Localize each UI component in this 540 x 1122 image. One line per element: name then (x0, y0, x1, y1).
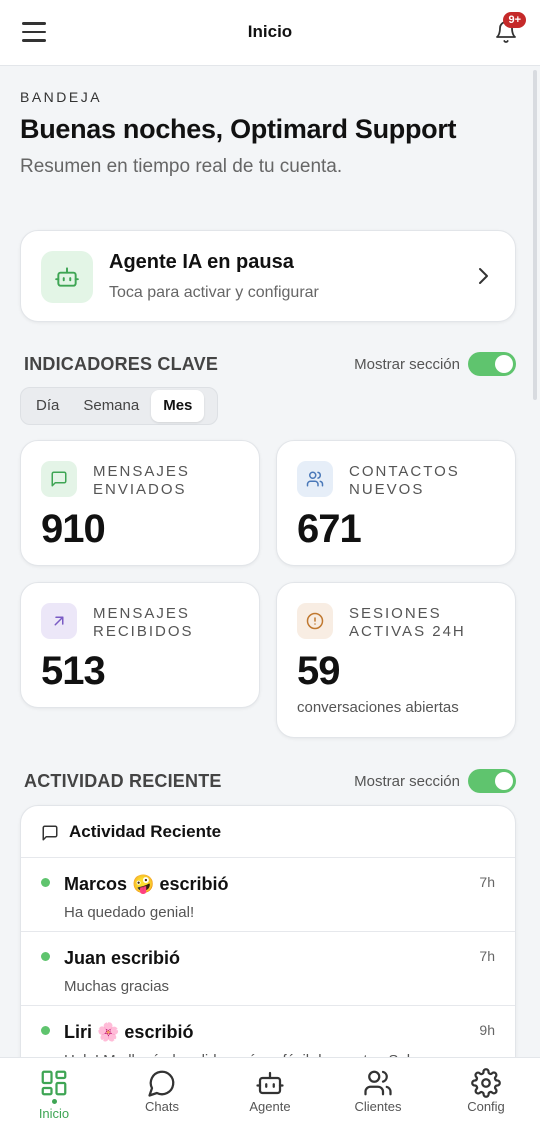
arrow-up-right-icon (41, 603, 77, 639)
alert-circle-icon (297, 603, 333, 639)
scrollbar[interactable] (533, 70, 537, 400)
kpi-card-sessions[interactable]: SESIONES ACTIVAS 24H 59 conversaciones a… (276, 582, 516, 738)
kpi-value: 671 (297, 507, 362, 551)
nav-inicio[interactable]: Inicio (0, 1058, 108, 1122)
section-eyebrow: BANDEJA (20, 89, 103, 105)
activity-item[interactable]: Juan escribió Muchas gracias 7h (21, 932, 515, 1006)
unread-dot (41, 1026, 50, 1035)
nav-label: Clientes (354, 1099, 402, 1114)
activity-section-title: ACTIVIDAD RECIENTE (24, 771, 222, 791)
activity-item-title: Juan escribió (64, 948, 181, 968)
kpi-label: MENSAJES RECIBIDOS (93, 605, 194, 640)
kpi-toggle-label: Mostrar sección (354, 356, 460, 373)
users-icon (364, 1070, 392, 1096)
activity-section-toggle[interactable] (468, 769, 516, 793)
period-week[interactable]: Semana (71, 390, 151, 422)
period-day[interactable]: Día (24, 390, 71, 422)
nav-label: Agente (249, 1099, 291, 1114)
chevron-right-icon (479, 268, 488, 284)
notification-badge: 9+ (503, 12, 526, 28)
activity-item-time: 7h (479, 874, 495, 890)
active-indicator (51, 1099, 57, 1104)
agent-status-title: Agente IA en pausa (109, 251, 294, 273)
users-icon (297, 461, 333, 497)
bottom-navigation: Inicio Chats Agente Clientes Config (0, 1057, 540, 1122)
activity-item-title: Liri 🌸 escribió (64, 1022, 194, 1042)
kpi-card-contacts[interactable]: CONTACTOS NUEVOS 671 (276, 440, 516, 566)
kpi-label: SESIONES ACTIVAS 24H (349, 605, 466, 640)
kpi-section-title: INDICADORES CLAVE (24, 354, 219, 374)
unread-dot (41, 878, 50, 887)
period-month[interactable]: Mes (151, 390, 205, 422)
grid-icon (41, 1070, 67, 1096)
activity-toggle-label: Mostrar sección (354, 773, 460, 790)
kpi-label: CONTACTOS NUEVOS (349, 463, 460, 498)
robot-icon (256, 1071, 284, 1095)
nav-config[interactable]: Config (432, 1058, 540, 1122)
activity-item-time: 7h (479, 948, 495, 964)
gear-icon (471, 1068, 501, 1098)
kpi-section-toggle[interactable] (468, 352, 516, 376)
activity-card-header: Actividad Reciente (21, 806, 515, 858)
kpi-value: 910 (41, 507, 106, 551)
activity-item[interactable]: Marcos 🤪 escribió Ha quedado genial! 7h (21, 858, 515, 932)
kpi-note: conversaciones abiertas (297, 699, 459, 716)
chat-bubble-icon (148, 1070, 175, 1097)
activity-card-title: Actividad Reciente (69, 822, 222, 841)
activity-item-message: Ha quedado genial! (64, 904, 195, 921)
nav-label: Config (467, 1099, 505, 1114)
nav-chats[interactable]: Chats (108, 1058, 216, 1122)
top-bar: Inicio 9+ (0, 0, 540, 66)
message-icon (41, 461, 77, 497)
unread-dot (41, 952, 50, 961)
kpi-label: MENSAJES ENVIADOS (93, 463, 190, 498)
activity-item-title: Marcos 🤪 escribió (64, 874, 229, 894)
page-title: Inicio (247, 22, 293, 41)
agent-status-card[interactable]: Agente IA en pausa Toca para activar y c… (20, 230, 516, 322)
nav-label: Chats (145, 1099, 179, 1114)
activity-item-time: 9h (479, 1022, 495, 1038)
kpi-card-received[interactable]: MENSAJES RECIBIDOS 513 (20, 582, 260, 708)
kpi-value: 59 (297, 649, 340, 693)
agent-status-subtitle: Toca para activar y configurar (109, 284, 319, 301)
message-icon (42, 825, 58, 841)
nav-clientes[interactable]: Clientes (324, 1058, 432, 1122)
robot-icon (41, 251, 93, 303)
greeting-heading: Buenas noches, Optimard Support (20, 114, 457, 144)
activity-card: Actividad Reciente Marcos 🤪 escribió Ha … (20, 805, 516, 1085)
nav-agente[interactable]: Agente (216, 1058, 324, 1122)
greeting-subtitle: Resumen en tiempo real de tu cuenta. (20, 156, 343, 177)
kpi-card-sent[interactable]: MENSAJES ENVIADOS 910 (20, 440, 260, 566)
activity-item-message: Muchas gracias (64, 978, 170, 995)
nav-label: Inicio (38, 1106, 70, 1121)
period-selector: Día Semana Mes (20, 387, 218, 425)
kpi-value: 513 (41, 649, 106, 693)
